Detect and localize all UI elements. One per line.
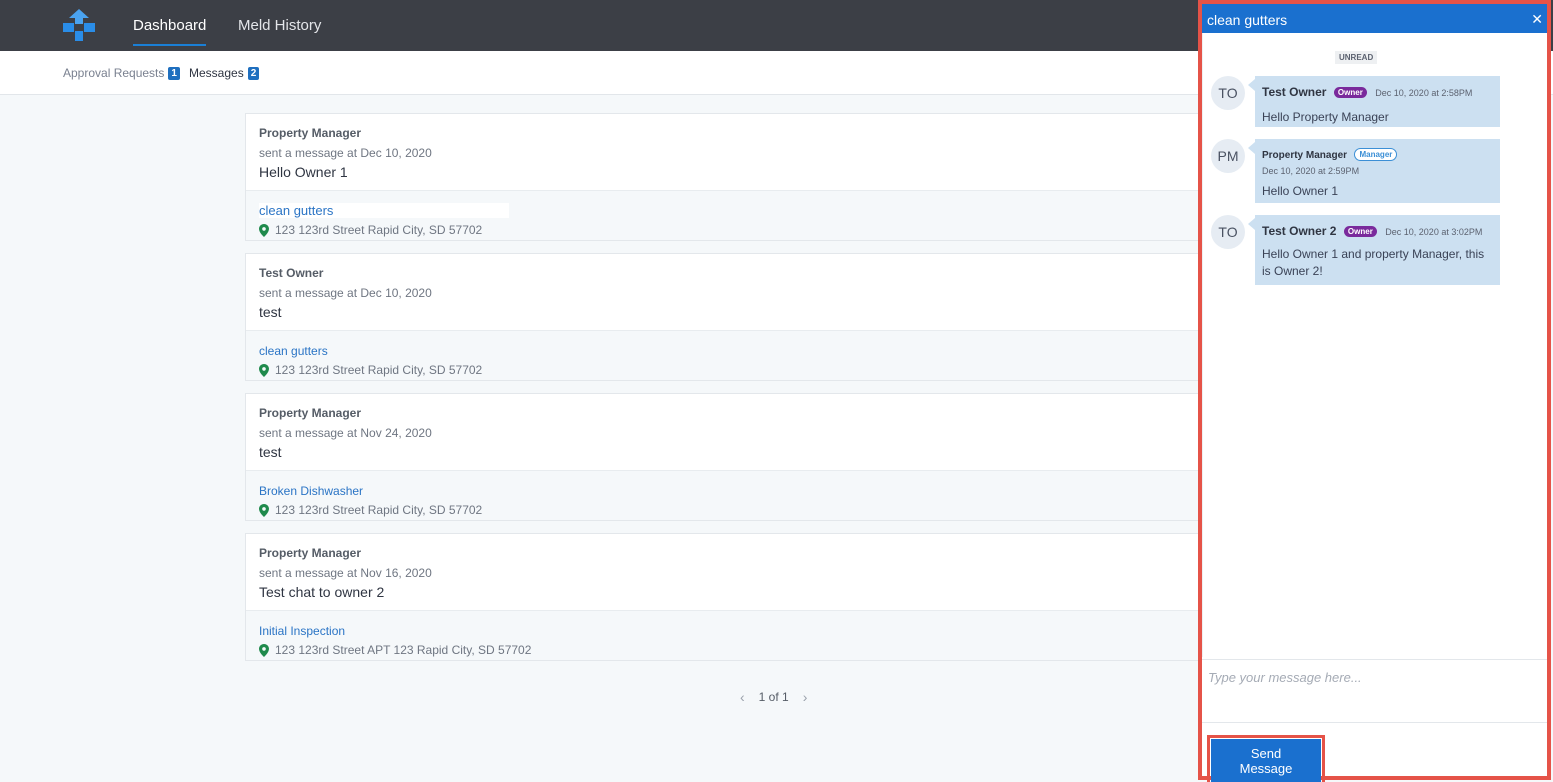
meld-link[interactable]: Initial Inspection (259, 624, 345, 638)
map-pin-icon (259, 503, 269, 517)
message-input[interactable]: Type your message here... (1202, 659, 1547, 723)
meld-link[interactable]: clean gutters (259, 203, 510, 218)
message-text: Test chat to owner 2 (259, 584, 385, 600)
chat-title: clean gutters (1207, 12, 1288, 28)
author-name: Test Owner 2 (1262, 224, 1337, 238)
map-pin-icon (259, 223, 269, 237)
message-text: test (259, 304, 282, 320)
address-text: 123 123rd Street APT 123 Rapid City, SD … (275, 643, 532, 657)
message-card: Property Manager sent a message at Nov 2… (245, 393, 1205, 521)
chat-bubble: Test Owner Owner Dec 10, 2020 at 2:58PM … (1248, 76, 1500, 127)
chat-bubble: Test Owner 2 Owner Dec 10, 2020 at 3:02P… (1248, 215, 1500, 285)
close-icon[interactable]: ✕ (1531, 11, 1543, 28)
unread-divider: UNREAD (1335, 51, 1378, 64)
tab-messages[interactable]: Messages 2 (189, 66, 260, 80)
address: 123 123rd Street Rapid City, SD 57702 (259, 223, 1191, 237)
message-timestamp: Dec 10, 2020 at 2:58PM (1375, 88, 1473, 98)
send-button-highlight: Send Message (1207, 735, 1325, 782)
chevron-right-icon[interactable]: › (803, 689, 808, 705)
meld-link[interactable]: clean gutters (259, 344, 328, 358)
meld-link[interactable]: Broken Dishwasher (259, 484, 363, 498)
map-pin-icon (259, 643, 269, 657)
author-name: Test Owner (1262, 85, 1327, 99)
message-timestamp: Dec 10, 2020 at 2:59PM (1262, 166, 1360, 176)
sent-timestamp: sent a message at Nov 24, 2020 (259, 426, 432, 440)
page-indicator: 1 of 1 (758, 690, 789, 704)
chevron-left-icon[interactable]: ‹ (740, 689, 745, 705)
message-text: Hello Property Manager (1262, 110, 1389, 124)
app-logo-icon[interactable] (62, 8, 96, 42)
chat-header: clean gutters ✕ (1202, 4, 1547, 33)
message-card: Property Manager sent a message at Nov 1… (245, 533, 1205, 661)
role-tag: Owner (1343, 226, 1377, 237)
message-text: Hello Owner 1 and property Manager, this… (1262, 247, 1485, 278)
chat-bubble: Property Manager Manager Dec 10, 2020 at… (1248, 139, 1500, 203)
address: 123 123rd Street APT 123 Rapid City, SD … (259, 643, 1191, 657)
message-list: Property Manager sent a message at Dec 1… (245, 113, 1205, 673)
count-badge: 1 (168, 66, 180, 80)
send-message-button[interactable]: Send Message (1211, 739, 1321, 782)
sender-name: Property Manager (259, 546, 362, 560)
address-text: 123 123rd Street Rapid City, SD 57702 (275, 363, 483, 377)
address: 123 123rd Street Rapid City, SD 57702 (259, 503, 1191, 517)
address-text: 123 123rd Street Rapid City, SD 57702 (275, 503, 483, 517)
address: 123 123rd Street Rapid City, SD 57702 (259, 363, 1191, 377)
sender-name: Test Owner (259, 266, 324, 280)
chat-messages: UNREAD TO Test Owner Owner Dec 10, 2020 … (1202, 33, 1547, 657)
pagination: ‹ 1 of 1 › (740, 689, 807, 705)
address-text: 123 123rd Street Rapid City, SD 57702 (275, 223, 483, 237)
chat-panel: clean gutters ✕ UNREAD TO Test Owner Own… (1198, 0, 1551, 782)
tab-meld-history[interactable]: Meld History (238, 17, 321, 34)
tab-label: Approval Requests (63, 66, 165, 80)
avatar: TO (1211, 76, 1245, 110)
sent-timestamp: sent a message at Dec 10, 2020 (259, 146, 432, 160)
tab-approval-requests[interactable]: Approval Requests 1 (63, 66, 180, 80)
sent-timestamp: sent a message at Nov 16, 2020 (259, 566, 432, 580)
message-text: Hello Owner 1 (259, 164, 348, 180)
tab-label: Messages (189, 66, 244, 80)
message-card: Property Manager sent a message at Dec 1… (245, 113, 1205, 241)
map-pin-icon (259, 363, 269, 377)
message-timestamp: Dec 10, 2020 at 3:02PM (1385, 227, 1483, 237)
author-name: Property Manager (1262, 150, 1348, 161)
sender-name: Property Manager (259, 126, 362, 140)
avatar: TO (1211, 215, 1245, 249)
role-tag: Manager (1354, 148, 1398, 161)
sender-name: Property Manager (259, 406, 362, 420)
tab-dashboard[interactable]: Dashboard (133, 17, 207, 46)
message-text: test (259, 444, 282, 460)
message-card: Test Owner sent a message at Dec 10, 202… (245, 253, 1205, 381)
role-tag: Owner (1333, 87, 1367, 98)
avatar: PM (1211, 139, 1245, 173)
message-text: Hello Owner 1 (1262, 184, 1339, 198)
count-badge: 2 (247, 66, 260, 80)
sent-timestamp: sent a message at Dec 10, 2020 (259, 286, 432, 300)
